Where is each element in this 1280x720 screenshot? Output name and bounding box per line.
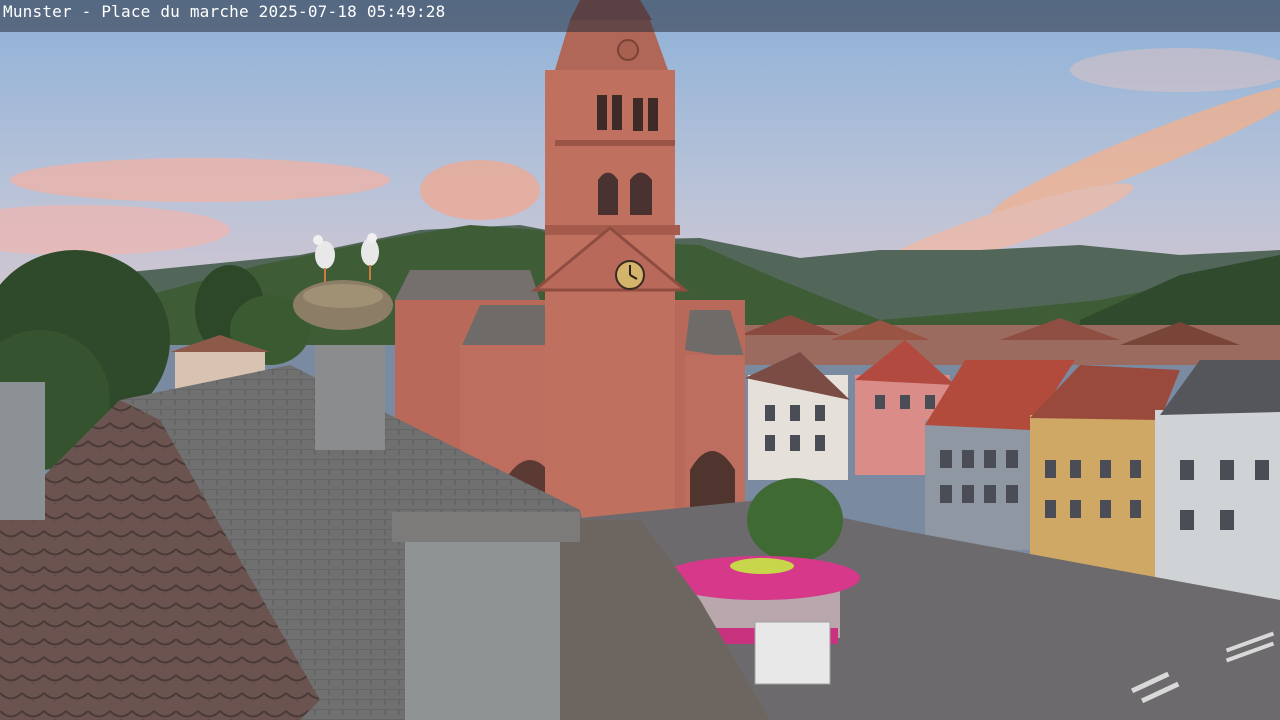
camera-caption: Munster - Place du marche 2025-07-18 05:… xyxy=(3,2,446,21)
church-tower xyxy=(545,70,675,520)
webcam-image xyxy=(0,0,1280,720)
foreground-chimney xyxy=(392,512,580,720)
square-tree xyxy=(747,478,843,562)
metal-flue xyxy=(0,382,45,520)
timestamp-overlay: Munster - Place du marche 2025-07-18 05:… xyxy=(0,0,1280,32)
white-cart xyxy=(754,621,831,685)
